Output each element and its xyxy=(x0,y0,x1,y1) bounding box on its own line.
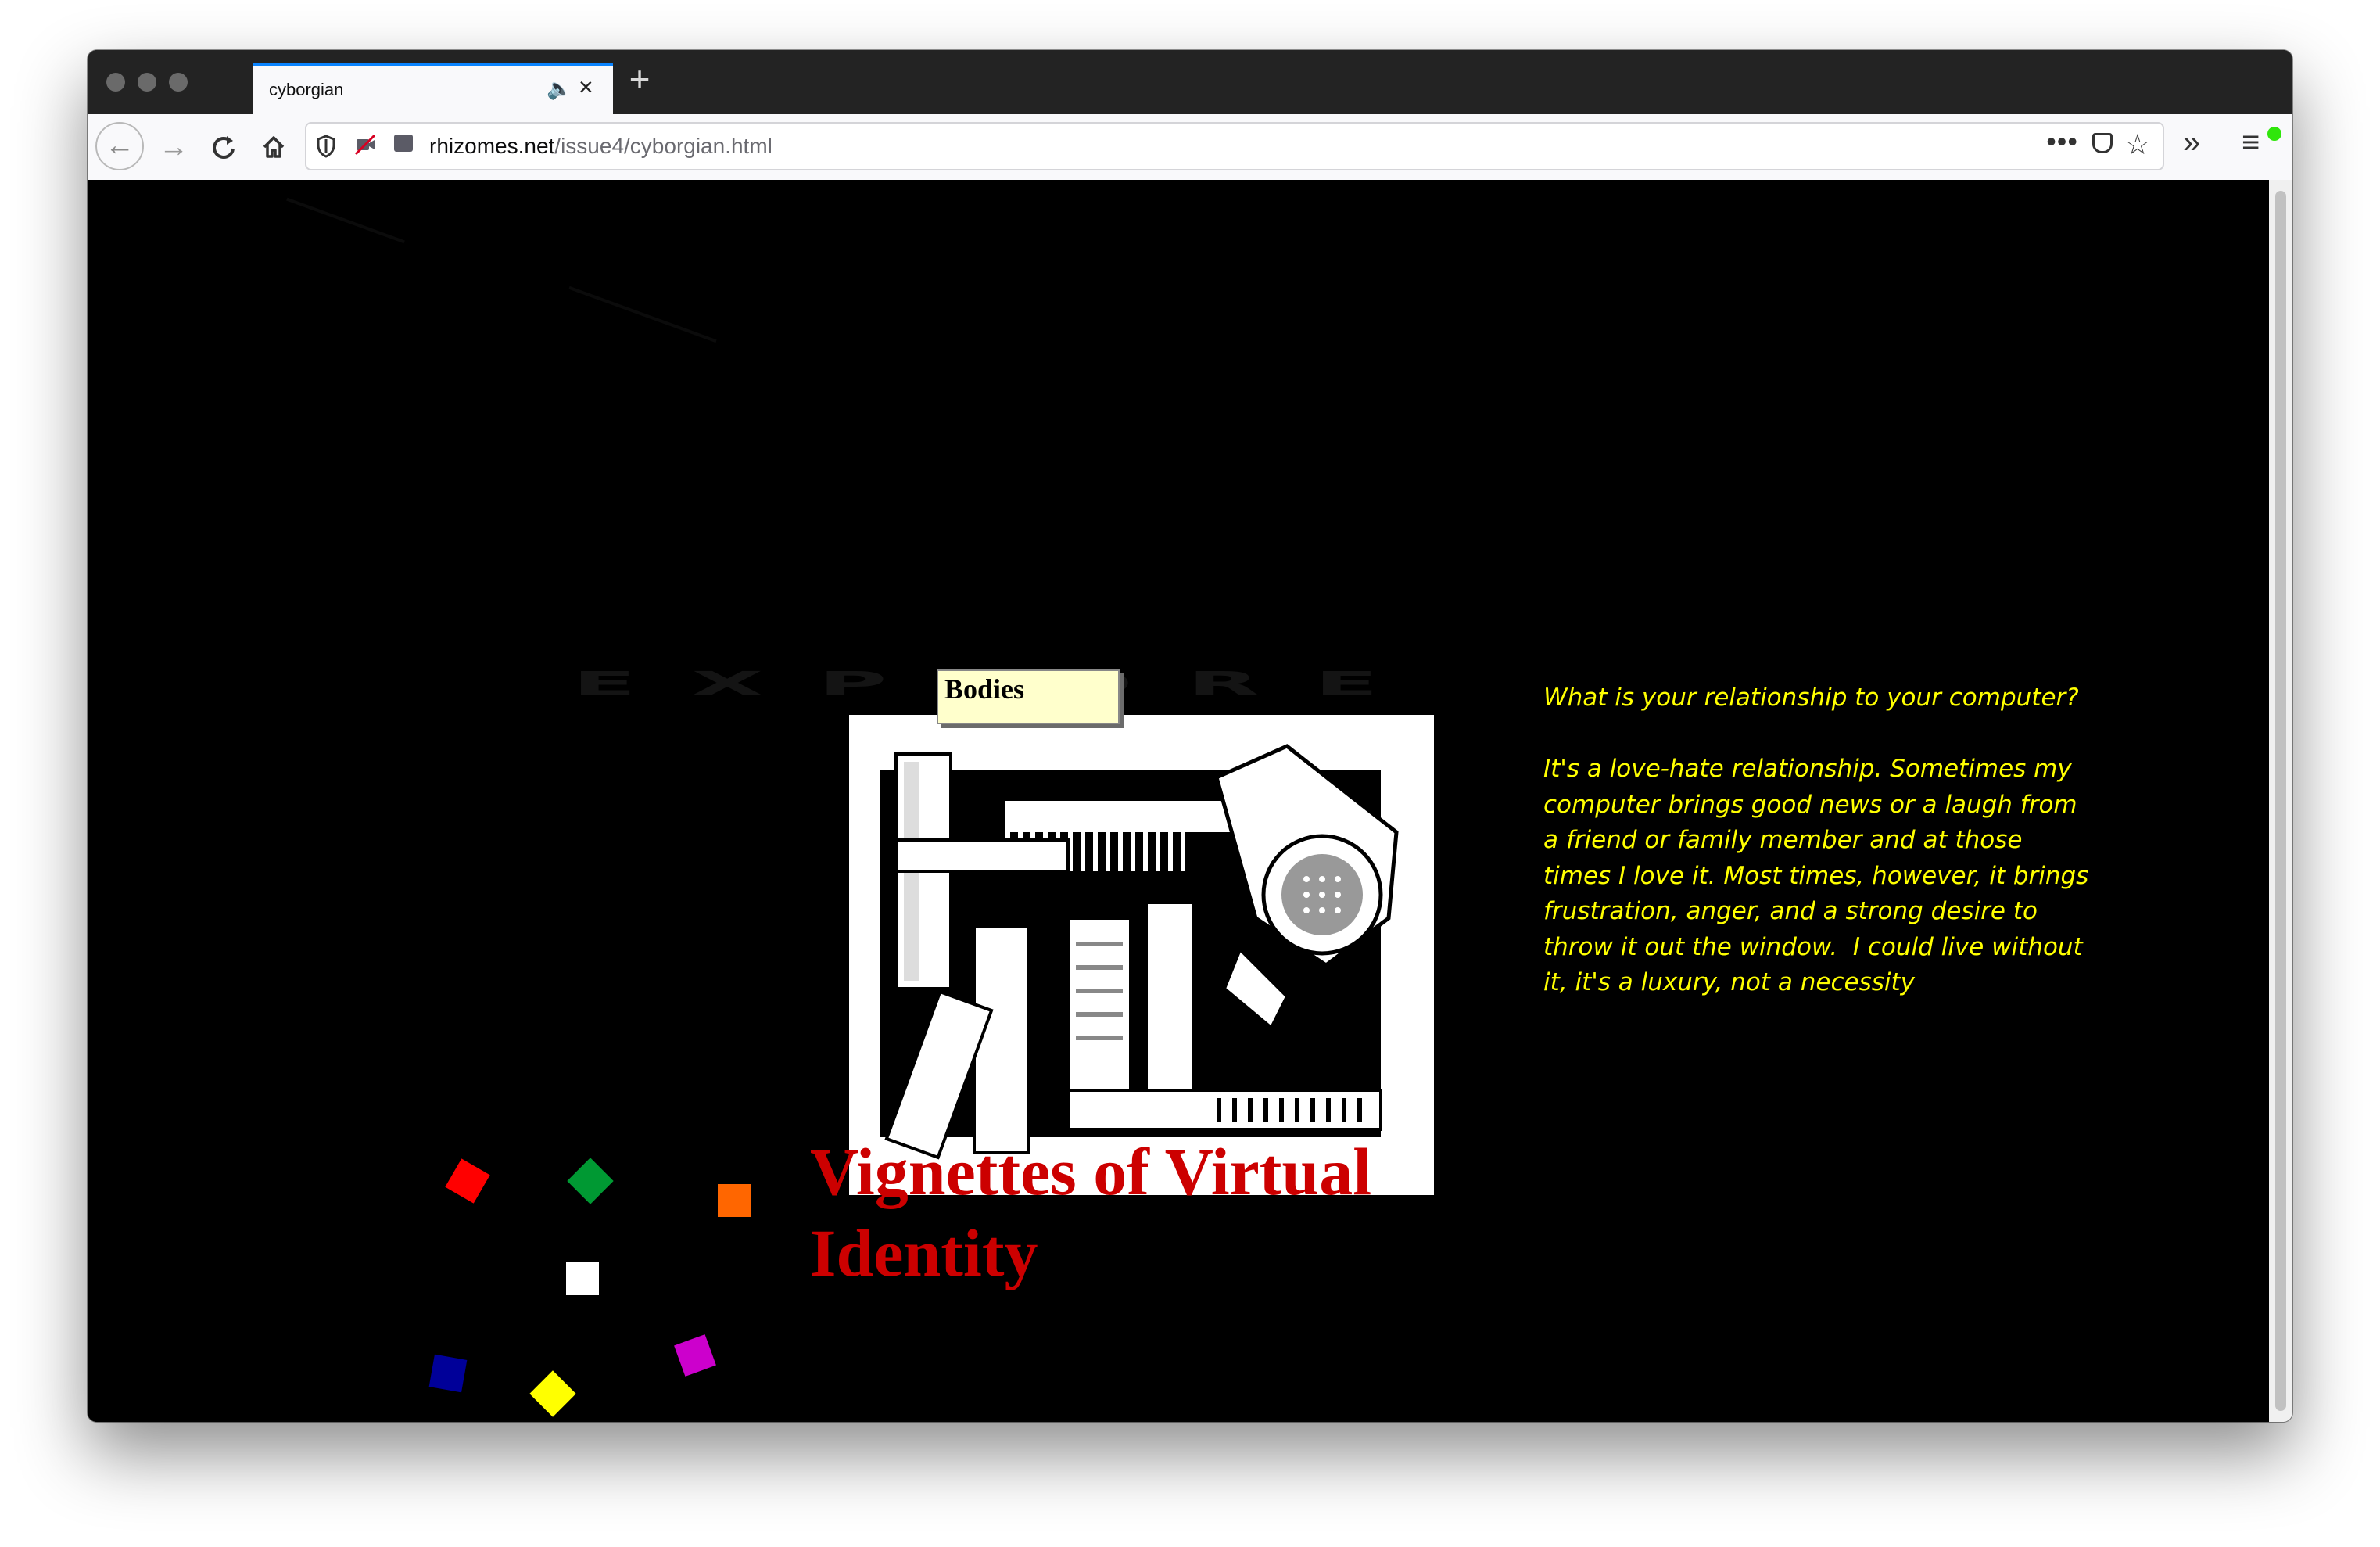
bodies-illustration[interactable] xyxy=(849,715,1434,1195)
url-text[interactable]: rhizomes.net/issue4/cyborgian.html xyxy=(429,134,772,159)
pocket-icon[interactable] xyxy=(2092,133,2113,153)
scroll-thumb[interactable] xyxy=(2275,191,2286,1411)
close-icon[interactable]: × xyxy=(579,73,593,102)
update-badge-icon xyxy=(2266,125,2283,142)
back-icon[interactable]: ← xyxy=(95,122,144,170)
url-domain: rhizomes.net xyxy=(429,134,555,158)
browser-window: cyborgian 🔈 × + ← → rhizomes.net/issue4/… xyxy=(88,50,2292,1422)
forward-icon[interactable]: → xyxy=(152,125,195,169)
magenta-square-link[interactable] xyxy=(674,1334,716,1377)
orange-square-link[interactable] xyxy=(718,1184,751,1217)
nav-bar: ← → rhizomes.net/issue4/cyborgian.html •… xyxy=(88,114,2292,181)
green-diamond-link[interactable] xyxy=(567,1158,614,1204)
bodies-label-box[interactable]: Bodies xyxy=(937,669,1120,724)
hair-tools-image xyxy=(849,715,1434,1195)
bodies-label: Bodies xyxy=(944,673,1025,705)
menu-icon[interactable]: ≡ xyxy=(2242,125,2260,160)
tab-title: cyborgian xyxy=(269,80,344,99)
plus-icon[interactable]: + xyxy=(616,61,663,97)
home-icon[interactable] xyxy=(252,125,296,169)
page-title: Vignettes of Virtual Identity xyxy=(810,1134,1372,1290)
yellow-diamond-link[interactable] xyxy=(529,1370,576,1417)
star-icon[interactable]: ☆ xyxy=(2125,128,2150,161)
page-content: EXPLORE xyxy=(88,180,2269,1422)
red-square-link[interactable] xyxy=(445,1158,490,1204)
zoom-window-button[interactable] xyxy=(169,73,188,92)
question-answer-text: What is your relationship to your comput… xyxy=(1543,680,2091,1001)
overflow-icon[interactable]: » xyxy=(2183,125,2200,160)
white-square-link[interactable] xyxy=(566,1262,599,1295)
folder-icon[interactable] xyxy=(394,135,413,152)
shield-icon[interactable] xyxy=(316,135,336,163)
minimize-window-button[interactable] xyxy=(138,73,156,92)
question-text: What is your relationship to your comput… xyxy=(1543,684,2079,712)
camera-blocked-icon[interactable] xyxy=(353,133,376,156)
close-window-button[interactable] xyxy=(106,73,125,92)
answer-text: It's a love-hate relationship. Sometimes… xyxy=(1543,755,2097,996)
title-bar: cyborgian 🔈 × + xyxy=(88,50,2292,114)
url-path: /issue4/cyborgian.html xyxy=(554,134,772,158)
more-icon[interactable]: ••• xyxy=(2046,125,2078,158)
tab-cyborgian[interactable]: cyborgian 🔈 × xyxy=(253,63,613,114)
url-bar[interactable]: rhizomes.net/issue4/cyborgian.html ••• ☆ xyxy=(305,122,2164,170)
blue-square-link[interactable] xyxy=(428,1354,468,1393)
decorative-stroke xyxy=(568,285,717,343)
speaker-icon[interactable]: 🔈 xyxy=(547,77,572,101)
decorative-stroke xyxy=(286,197,405,244)
scrollbar[interactable] xyxy=(2269,180,2292,1422)
reload-icon[interactable] xyxy=(202,125,246,169)
